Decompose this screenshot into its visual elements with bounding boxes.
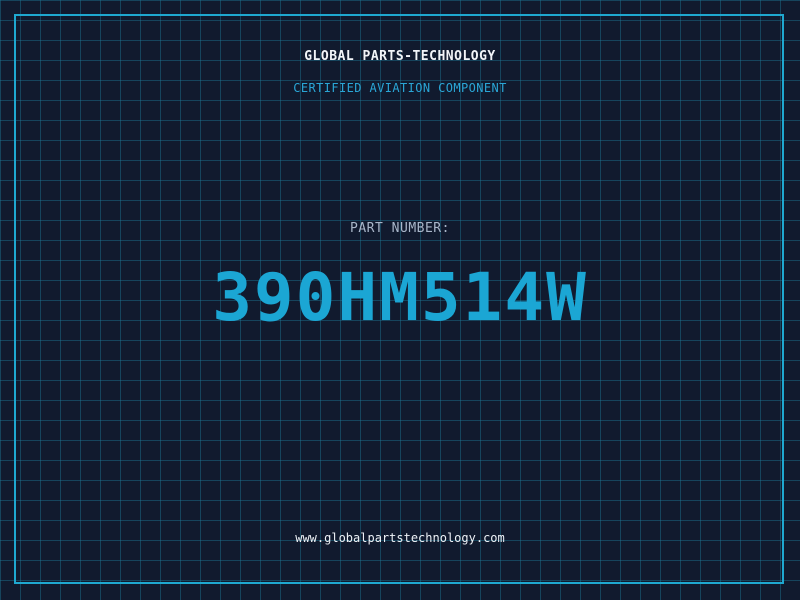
tagline: CERTIFIED AVIATION COMPONENT xyxy=(293,81,507,95)
company-name: GLOBAL PARTS-TECHNOLOGY xyxy=(304,49,496,64)
website-link[interactable]: www.globalpartstechnology.com xyxy=(0,531,800,545)
part-number-label: PART NUMBER: xyxy=(350,221,450,236)
part-number-value: 390HM514W xyxy=(212,259,588,336)
